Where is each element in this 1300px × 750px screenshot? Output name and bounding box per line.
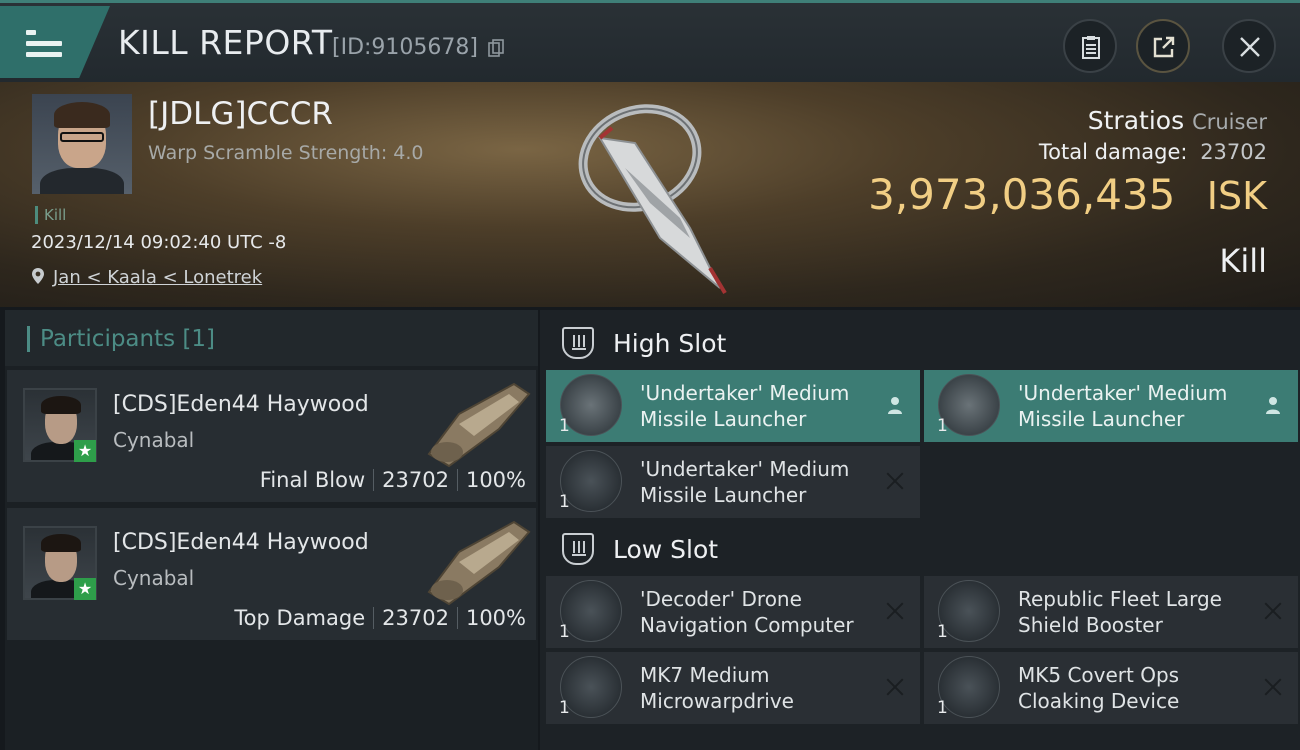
module-item[interactable]: 1 'Undertaker' Medium Missile Launcher [924, 370, 1298, 442]
module-quantity: 1 [937, 416, 948, 436]
header-bar: KILL REPORT [ID:9105678] [0, 0, 1300, 82]
participant-card[interactable]: ★ [CDS]Eden44 Haywood Cynabal Final Blow… [7, 370, 536, 502]
participant-role: Final Blow [259, 468, 366, 492]
clipboard-icon [1082, 36, 1100, 59]
participant-card[interactable]: ★ [CDS]Eden44 Haywood Cynabal Top Damage… [7, 508, 536, 640]
participant-name: [CDS]Eden44 Haywood [113, 530, 369, 555]
destroyed-x-icon [884, 676, 906, 698]
isk-unit: ISK [1206, 174, 1267, 218]
destroyed-x-icon [884, 600, 906, 622]
destroyed-x-icon [1262, 600, 1284, 622]
module-name: MK5 Covert Ops Cloaking Device [1018, 663, 1180, 713]
low-slot-label: Low Slot [613, 535, 719, 564]
location-pin-icon [32, 268, 44, 284]
ship-name: Stratios [1087, 106, 1185, 135]
isk-value: 3,973,036,435 ISK [868, 170, 1267, 219]
module-item[interactable]: 1 'Undertaker' Medium Missile Launcher [546, 446, 920, 518]
kill-datetime: 2023/12/14 09:02:40 UTC -8 [31, 232, 287, 253]
destroyed-x-icon [884, 470, 906, 492]
module-name: MK7 Medium Microwarpdrive [640, 663, 794, 713]
low-slot-icon [562, 533, 594, 565]
participant-stats: Final Blow 23702 100% [260, 468, 526, 492]
participants-panel: Participants [1] ★ [CDS]Eden44 Haywood C… [5, 310, 538, 750]
module-name: Republic Fleet Large Shield Booster [1018, 587, 1222, 637]
kill-tag: Kill [35, 206, 66, 224]
module-name: 'Decoder' Drone Navigation Computer [640, 587, 854, 637]
participant-ship-image [427, 382, 531, 468]
total-damage: Total damage: 23702 [1039, 140, 1267, 164]
close-icon [1240, 37, 1260, 57]
module-item[interactable]: 1 'Decoder' Drone Navigation Computer [546, 576, 920, 648]
share-icon [1153, 36, 1175, 58]
module-quantity: 1 [559, 416, 570, 436]
report-id: [ID:9105678] [332, 35, 478, 60]
module-name: 'Undertaker' Medium Missile Launcher [640, 457, 850, 507]
menu-button[interactable] [0, 6, 110, 78]
high-slot-label: High Slot [613, 329, 727, 358]
module-quantity: 1 [937, 622, 948, 642]
star-icon: ★ [74, 578, 96, 600]
participant-role: Top Damage [234, 606, 366, 630]
high-slot-icon [562, 327, 594, 359]
result-label: Kill [1219, 242, 1267, 280]
participant-percent: 100% [465, 468, 526, 492]
participant-percent: 100% [465, 606, 526, 630]
participants-title: Participants [1] [27, 326, 215, 352]
module-item[interactable]: 1 MK7 Medium Microwarpdrive [546, 652, 920, 724]
victim-portrait[interactable] [32, 94, 132, 194]
high-slot-header: High Slot [546, 316, 1296, 370]
module-item[interactable]: 1 Republic Fleet Large Shield Booster [924, 576, 1298, 648]
clipboard-button[interactable] [1063, 19, 1117, 73]
module-name: 'Undertaker' Medium Missile Launcher [1018, 381, 1228, 431]
module-quantity: 1 [559, 492, 570, 512]
ship-type[interactable]: Stratios Cruiser [1088, 106, 1267, 135]
warp-scramble-strength: Warp Scramble Strength: 4.0 [148, 142, 424, 164]
victim-name[interactable]: [JDLG]CCCR [148, 96, 333, 132]
fittings-panel: High Slot 1 'Undertaker' Medium Missile … [540, 310, 1300, 750]
hamburger-menu-icon [26, 30, 62, 58]
victim-ship-image [578, 104, 727, 295]
total-damage-label: Total damage: [1038, 140, 1188, 164]
total-damage-value: 23702 [1200, 140, 1267, 164]
module-item[interactable]: 1 MK5 Covert Ops Cloaking Device [924, 652, 1298, 724]
low-slot-header: Low Slot [546, 522, 1296, 576]
person-icon [888, 397, 902, 414]
module-quantity: 1 [559, 698, 570, 718]
participant-name: [CDS]Eden44 Haywood [113, 392, 369, 417]
participant-stats: Top Damage 23702 100% [234, 606, 526, 630]
participant-damage: 23702 [382, 468, 449, 492]
copy-icon[interactable] [488, 39, 504, 57]
module-quantity: 1 [559, 622, 570, 642]
ship-class: Cruiser [1192, 110, 1267, 134]
participant-ship-image [427, 520, 531, 606]
participant-ship: Cynabal [113, 428, 195, 452]
participant-damage: 23702 [382, 606, 449, 630]
share-button[interactable] [1136, 19, 1190, 73]
module-quantity: 1 [937, 698, 948, 718]
location-link[interactable]: Jan < Kaala < Lonetrek [53, 267, 262, 288]
module-name: 'Undertaker' Medium Missile Launcher [640, 381, 850, 431]
destroyed-x-icon [1262, 676, 1284, 698]
person-icon [1266, 397, 1280, 414]
star-icon: ★ [74, 440, 96, 462]
close-button[interactable] [1222, 19, 1276, 73]
participants-header: Participants [1] [5, 310, 538, 366]
victim-summary: [JDLG]CCCR Warp Scramble Strength: 4.0 K… [0, 82, 1300, 307]
isk-amount: 3,973,036,435 [868, 170, 1176, 219]
module-item[interactable]: 1 'Undertaker' Medium Missile Launcher [546, 370, 920, 442]
participant-ship: Cynabal [113, 566, 195, 590]
page-title: KILL REPORT [118, 23, 333, 62]
